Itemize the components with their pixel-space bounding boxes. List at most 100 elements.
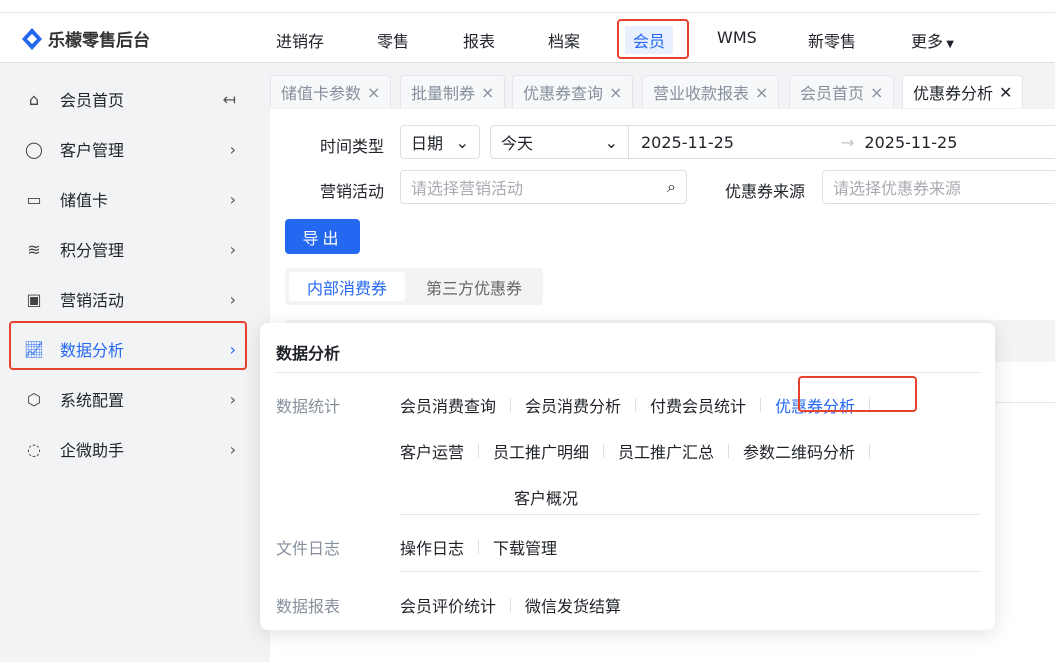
sidebar-item-marketing[interactable]: ▣ 营销活动 › xyxy=(22,284,242,314)
close-icon[interactable]: × xyxy=(755,83,768,102)
chevron-right-icon: › xyxy=(229,389,236,409)
source-select[interactable]: 请选择优惠券来源 xyxy=(822,170,1055,204)
link-paid-member-stats[interactable]: 付费会员统计 xyxy=(650,393,746,417)
sidebar-item-label: 积分管理 xyxy=(60,241,125,260)
menu-title: 数据分析 xyxy=(276,344,341,363)
link-operation-log[interactable]: 操作日志 xyxy=(400,535,464,559)
close-icon[interactable]: ✕ xyxy=(999,83,1012,102)
nav-item-archive[interactable]: 档案 xyxy=(548,28,580,52)
link-customer-operation[interactable]: 客户运营 xyxy=(400,439,464,463)
caret-down-icon: ▼ xyxy=(943,39,954,50)
collapse-icon[interactable]: ↤ xyxy=(223,90,236,109)
start-date[interactable]: 2025-11-25 xyxy=(641,133,841,152)
link-staff-promotion-summary[interactable]: 员工推广汇总 xyxy=(618,439,714,463)
close-icon[interactable]: × xyxy=(367,83,380,102)
nav-item-new-retail[interactable]: 新零售 xyxy=(808,28,856,52)
link-staff-promotion-detail[interactable]: 员工推广明细 xyxy=(493,439,589,463)
chevron-right-icon: › xyxy=(229,239,236,259)
nav-item-inventory[interactable]: 进销存 xyxy=(276,28,324,52)
card-icon: ▭ xyxy=(26,189,42,209)
settings-icon: ⬡ xyxy=(27,389,41,409)
logo-icon xyxy=(22,27,42,50)
chevron-right-icon: › xyxy=(229,189,236,209)
time-type-select[interactable]: 日期 ⌄ xyxy=(400,125,480,159)
separator xyxy=(510,598,512,612)
top-bar xyxy=(0,12,1055,63)
tab-label: 储值卡参数 xyxy=(281,84,362,103)
link-member-consumption-analysis[interactable]: 会员消费分析 xyxy=(525,393,621,417)
segment-internal[interactable]: 内部消费券 xyxy=(289,272,405,301)
end-date[interactable]: 2025-11-25 xyxy=(864,133,957,152)
link-member-consumption-query[interactable]: 会员消费查询 xyxy=(400,393,496,417)
tab-coupon-analysis[interactable]: 优惠券分析 ✕ xyxy=(902,75,1024,108)
link-download-manager[interactable]: 下载管理 xyxy=(493,535,557,559)
group-label: 文件日志 xyxy=(276,539,341,558)
source-placeholder: 请选择优惠券来源 xyxy=(833,179,962,198)
chat-icon: ◌ xyxy=(27,439,41,459)
chevron-down-icon: ⌄ xyxy=(604,132,618,152)
source-label: 优惠券来源 xyxy=(725,182,806,201)
nav-item-more[interactable]: 更多 ▼ xyxy=(911,28,954,52)
sidebar-item-label: 企微助手 xyxy=(60,441,125,460)
highlight-box xyxy=(9,321,247,370)
link-qrcode-analysis[interactable]: 参数二维码分析 xyxy=(743,439,855,463)
tab-label: 批量制券 xyxy=(411,84,476,103)
divider xyxy=(400,514,980,515)
activity-placeholder: 请选择营销活动 xyxy=(411,179,524,198)
user-icon: ◯ xyxy=(25,139,43,159)
time-type-label: 时间类型 xyxy=(320,137,385,156)
sidebar-item-points[interactable]: ≋ 积分管理 › xyxy=(22,234,242,264)
nav-item-retail[interactable]: 零售 xyxy=(377,28,409,52)
monitor-chart-icon: ▣ xyxy=(26,289,42,309)
export-button[interactable]: 导出 xyxy=(285,219,360,254)
range-select[interactable]: 今天 ⌄ xyxy=(491,126,629,158)
link-customer-overview[interactable]: 客户概况 xyxy=(514,485,578,509)
link-member-review-stats[interactable]: 会员评价统计 xyxy=(400,593,496,617)
sidebar-item-stored-card[interactable]: ▭ 储值卡 › xyxy=(22,184,242,214)
activity-input[interactable]: 请选择营销活动 ⌕ xyxy=(400,170,687,204)
chevron-right-icon: › xyxy=(229,439,236,459)
nav-item-wms[interactable]: WMS xyxy=(717,28,757,47)
close-icon[interactable]: × xyxy=(870,83,883,102)
sidebar-item-member-home[interactable]: ⌂ 会员首页 ↤ xyxy=(22,84,242,114)
sidebar-item-customers[interactable]: ◯ 客户管理 › xyxy=(22,134,242,164)
tab-coupon-query[interactable]: 优惠券查询 × xyxy=(512,75,634,108)
tab-batch-coupons[interactable]: 批量制券 × xyxy=(400,75,506,108)
divider xyxy=(400,571,980,572)
sidebar-item-label: 储值卡 xyxy=(60,191,109,210)
date-range-picker[interactable]: 今天 ⌄ 2025-11-25 → 2025-11-25 xyxy=(490,125,1055,159)
highlight-box xyxy=(617,19,689,59)
home-icon: ⌂ xyxy=(28,89,40,109)
separator xyxy=(510,398,512,412)
sidebar-item-label: 营销活动 xyxy=(60,291,125,310)
separator xyxy=(635,398,637,412)
separator xyxy=(478,540,480,554)
database-icon: ≋ xyxy=(27,239,41,259)
link-wechat-shipping-settlement[interactable]: 微信发货结算 xyxy=(525,593,621,617)
tab-label: 优惠券查询 xyxy=(523,84,604,103)
tab-label: 营业收款报表 xyxy=(653,84,750,103)
arrow-right-icon: → xyxy=(841,132,855,152)
activity-label: 营销活动 xyxy=(320,182,385,201)
divider xyxy=(276,372,980,373)
close-icon[interactable]: × xyxy=(481,83,494,102)
chevron-right-icon: › xyxy=(229,139,236,159)
tab-label: 会员首页 xyxy=(800,84,865,103)
group-label: 数据统计 xyxy=(276,397,341,416)
nav-item-reports[interactable]: 报表 xyxy=(463,28,495,52)
separator xyxy=(760,398,762,412)
sidebar-item-wecom-assistant[interactable]: ◌ 企微助手 › xyxy=(22,434,242,464)
segment-third-party[interactable]: 第三方优惠券 xyxy=(410,272,538,301)
logo[interactable]: 乐檬零售后台 xyxy=(22,26,150,51)
tab-member-home[interactable]: 会员首页 × xyxy=(789,75,895,108)
chevron-down-icon: ⌄ xyxy=(455,132,469,152)
tab-revenue-report[interactable]: 营业收款报表 × xyxy=(642,75,780,108)
group-label: 数据报表 xyxy=(276,597,341,616)
close-icon[interactable]: × xyxy=(609,83,622,102)
sidebar-item-label: 系统配置 xyxy=(60,391,125,410)
tab-stored-card-params[interactable]: 储值卡参数 × xyxy=(270,75,392,108)
sidebar-item-label: 会员首页 xyxy=(60,91,125,110)
sidebar-item-system-config[interactable]: ⬡ 系统配置 › xyxy=(22,384,242,414)
data-analysis-menu: 数据分析 数据统计 会员消费查询 会员消费分析 付费会员统计 优惠券分析 客户运… xyxy=(260,323,995,630)
search-icon: ⌕ xyxy=(667,177,676,196)
